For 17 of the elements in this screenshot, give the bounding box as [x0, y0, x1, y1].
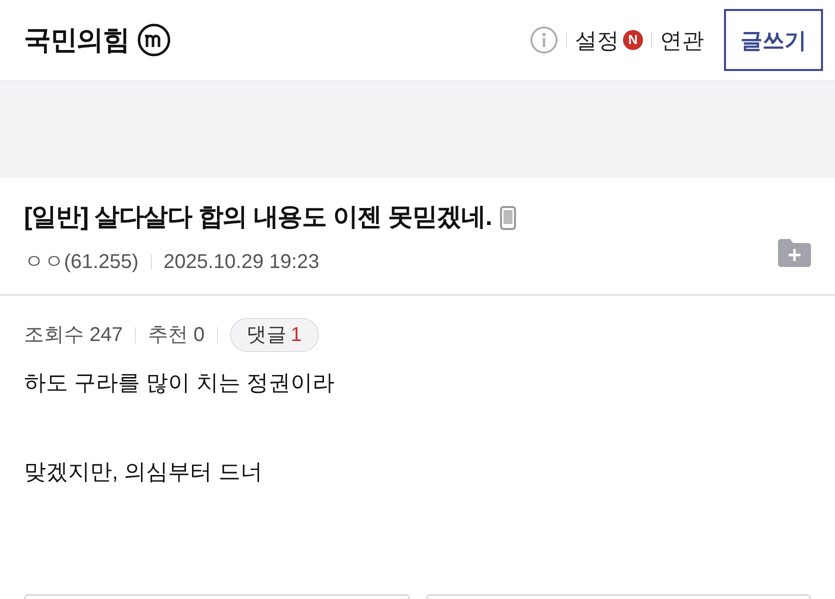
view-count: 조회수 247: [24, 323, 123, 348]
new-badge: N: [623, 30, 643, 50]
body-text: 맞겠지만, 의심부터 드너: [24, 458, 264, 486]
logo-icon: [137, 23, 172, 57]
recommend-count: 추천 0: [148, 323, 205, 348]
author-name[interactable]: ㅇㅇ(61.255): [24, 246, 138, 276]
settings-link[interactable]: 설정 N: [575, 24, 643, 56]
post-title: [일반] 살다살다 합의 내용도 이젠 못믿겠네.: [24, 202, 492, 233]
comment-badge[interactable]: 댓글 1: [230, 318, 319, 352]
gallery-title[interactable]: 국민의힘: [24, 20, 130, 60]
post-date: 2025.10.29 19:23: [164, 250, 320, 274]
info-icon[interactable]: [530, 26, 558, 54]
write-button[interactable]: 글쓰기: [724, 9, 823, 71]
related-link[interactable]: 연관: [660, 24, 704, 56]
body-text: 하도 구라를 많이 치는 정권이라: [24, 369, 336, 397]
folder-add-icon[interactable]: [778, 239, 811, 267]
mobile-icon: [500, 206, 516, 230]
